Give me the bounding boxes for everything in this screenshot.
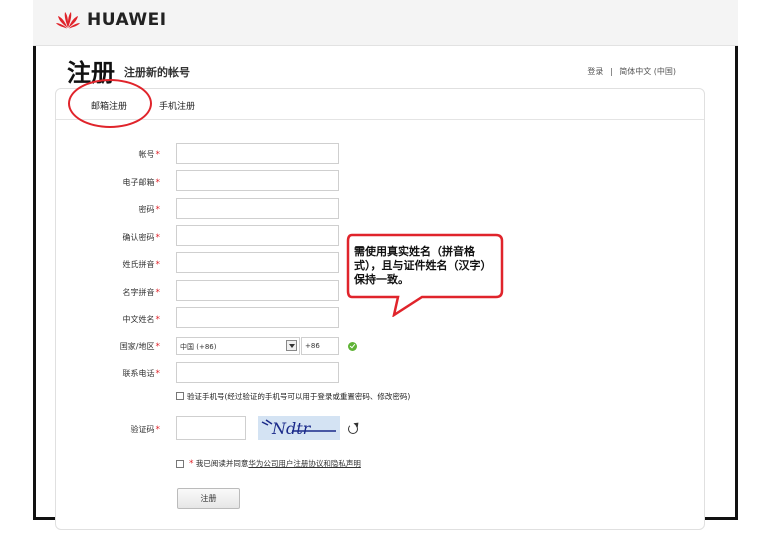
agree-link[interactable]: 华为公司用户注册协议和隐私声明 bbox=[248, 459, 361, 468]
label-confirm-password: 确认密码* bbox=[122, 233, 161, 243]
label-country: 国家/地区* bbox=[119, 342, 160, 352]
label-given-name-pinyin: 名字拼音* bbox=[122, 288, 161, 298]
label-phone: 联系电话* bbox=[122, 369, 161, 379]
login-link[interactable]: 登录 bbox=[587, 67, 603, 76]
huawei-logo[interactable]: HUAWEI bbox=[55, 10, 167, 30]
brand-name: HUAWEI bbox=[87, 10, 167, 30]
label-captcha: 验证码* bbox=[130, 425, 161, 435]
callout-text: 需使用真实姓名（拼音格式），且与证件姓名（汉字）保持一致。 bbox=[354, 245, 492, 286]
highlight-circle bbox=[68, 79, 152, 128]
verify-phone-checkbox[interactable] bbox=[176, 392, 184, 400]
label-account: 帐号* bbox=[138, 150, 161, 160]
tab-phone-register[interactable]: 手机注册 bbox=[159, 99, 195, 112]
label-email: 电子邮箱* bbox=[122, 178, 161, 188]
surname-pinyin-input[interactable] bbox=[176, 252, 339, 273]
register-submit-button[interactable]: 注册 bbox=[177, 488, 240, 509]
account-input[interactable] bbox=[176, 143, 339, 164]
email-input[interactable] bbox=[176, 170, 339, 191]
agree-text: * 我已阅读并同意华为公司用户注册协议和隐私声明 bbox=[189, 459, 361, 469]
header-links: 登录 | 简体中文 (中国) bbox=[585, 66, 678, 77]
refresh-icon[interactable] bbox=[348, 424, 358, 434]
phone-code-value: +86 bbox=[305, 342, 320, 350]
agree-prefix: 我已阅读并同意 bbox=[195, 459, 249, 468]
label-chinese-name: 中文姓名* bbox=[122, 315, 161, 325]
country-select[interactable]: 中国 (+86) bbox=[176, 337, 300, 355]
given-name-pinyin-input[interactable] bbox=[176, 280, 339, 301]
country-select-value: 中国 (+86) bbox=[180, 343, 217, 351]
link-separator: | bbox=[609, 67, 613, 76]
label-surname-pinyin: 姓氏拼音* bbox=[122, 260, 161, 270]
tab-bar: 邮箱注册 手机注册 bbox=[56, 89, 704, 120]
captcha-graphic: Ndtr bbox=[261, 419, 336, 438]
label-password: 密码* bbox=[138, 205, 161, 215]
captcha-text: Ndtr bbox=[271, 419, 312, 438]
phone-code-box: +86 bbox=[301, 337, 339, 355]
check-ok-icon bbox=[348, 342, 357, 351]
language-link[interactable]: 简体中文 (中国) bbox=[619, 67, 676, 76]
phone-input[interactable] bbox=[176, 362, 339, 383]
verify-phone-label: 验证手机号(经过验证的手机号可以用于登录或重置密码、修改密码) bbox=[187, 392, 411, 401]
chevron-down-icon[interactable] bbox=[286, 340, 297, 351]
huawei-petal-icon bbox=[56, 12, 80, 29]
confirm-password-input[interactable] bbox=[176, 225, 339, 246]
password-input[interactable] bbox=[176, 198, 339, 219]
top-bar: HUAWEI bbox=[33, 0, 738, 46]
agree-checkbox[interactable] bbox=[176, 460, 184, 468]
chinese-name-input[interactable] bbox=[176, 307, 339, 328]
page-subtitle: 注册新的帐号 bbox=[124, 66, 190, 79]
captcha-image[interactable]: Ndtr bbox=[258, 416, 340, 440]
captcha-input[interactable] bbox=[176, 416, 246, 440]
